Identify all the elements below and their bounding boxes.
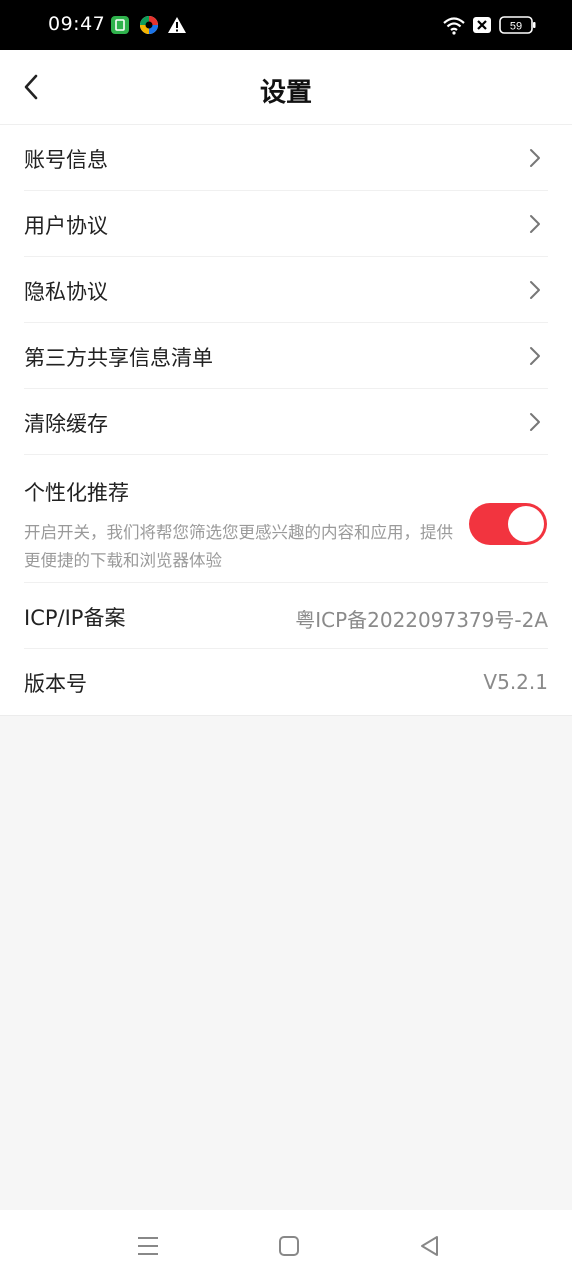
chevron-right-icon (530, 215, 540, 233)
toggle-knob (508, 506, 544, 542)
back-icon[interactable] (416, 1232, 444, 1260)
menu-icon[interactable] (134, 1232, 162, 1260)
settings-item-label: 隐私协议 (24, 280, 108, 304)
warning-icon (168, 17, 186, 33)
settings-item-version: 版本号 V5.2.1 (24, 649, 548, 715)
chevron-right-icon (530, 149, 540, 167)
settings-item-label: 清除缓存 (24, 412, 108, 436)
page-title: 设置 (259, 78, 312, 108)
app-colorful-icon (140, 16, 158, 34)
app-green-icon (111, 16, 129, 34)
settings-item-third-party-sharing[interactable]: 第三方共享信息清单 (24, 323, 548, 389)
settings-item-label: 用户协议 (24, 214, 108, 238)
icp-value: 粤ICP备2022097379号-2A (295, 608, 548, 632)
personalized-label: 个性化推荐 (24, 481, 129, 505)
chevron-right-icon (530, 281, 540, 299)
version-value: V5.2.1 (483, 670, 548, 694)
chevron-right-icon (530, 347, 540, 365)
settings-list: 账号信息 用户协议 隐私协议 第三方共享信息清单 清除缓存 个性化推荐 开启开关… (0, 125, 572, 716)
personalized-description: 开启开关，我们将帮您筛选您更感兴趣的内容和应用，提供更便捷的下载和浏览器体验 (24, 523, 453, 570)
system-nav-bar (0, 1210, 572, 1280)
no-sim-icon (473, 17, 491, 33)
home-icon[interactable] (275, 1232, 303, 1260)
settings-item-account-info[interactable]: 账号信息 (24, 125, 548, 191)
battery-icon: 59 (499, 16, 536, 34)
battery-level: 59 (510, 21, 522, 33)
icp-label: ICP/IP备案 (24, 606, 126, 630)
settings-item-label: 第三方共享信息清单 (24, 346, 213, 370)
header: 设置 (0, 50, 572, 125)
settings-item-user-agreement[interactable]: 用户协议 (24, 191, 548, 257)
personalized-toggle[interactable] (469, 503, 547, 545)
settings-item-clear-cache[interactable]: 清除缓存 (24, 389, 548, 455)
status-bar: 09:47 59 (0, 0, 572, 50)
version-label: 版本号 (24, 672, 87, 696)
chevron-right-icon (530, 413, 540, 431)
settings-item-privacy-agreement[interactable]: 隐私协议 (24, 257, 548, 323)
settings-item-icp: ICP/IP备案 粤ICP备2022097379号-2A (24, 583, 548, 649)
settings-item-label: 账号信息 (24, 148, 108, 172)
wifi-icon (443, 17, 465, 35)
status-time: 09:47 (48, 13, 106, 35)
